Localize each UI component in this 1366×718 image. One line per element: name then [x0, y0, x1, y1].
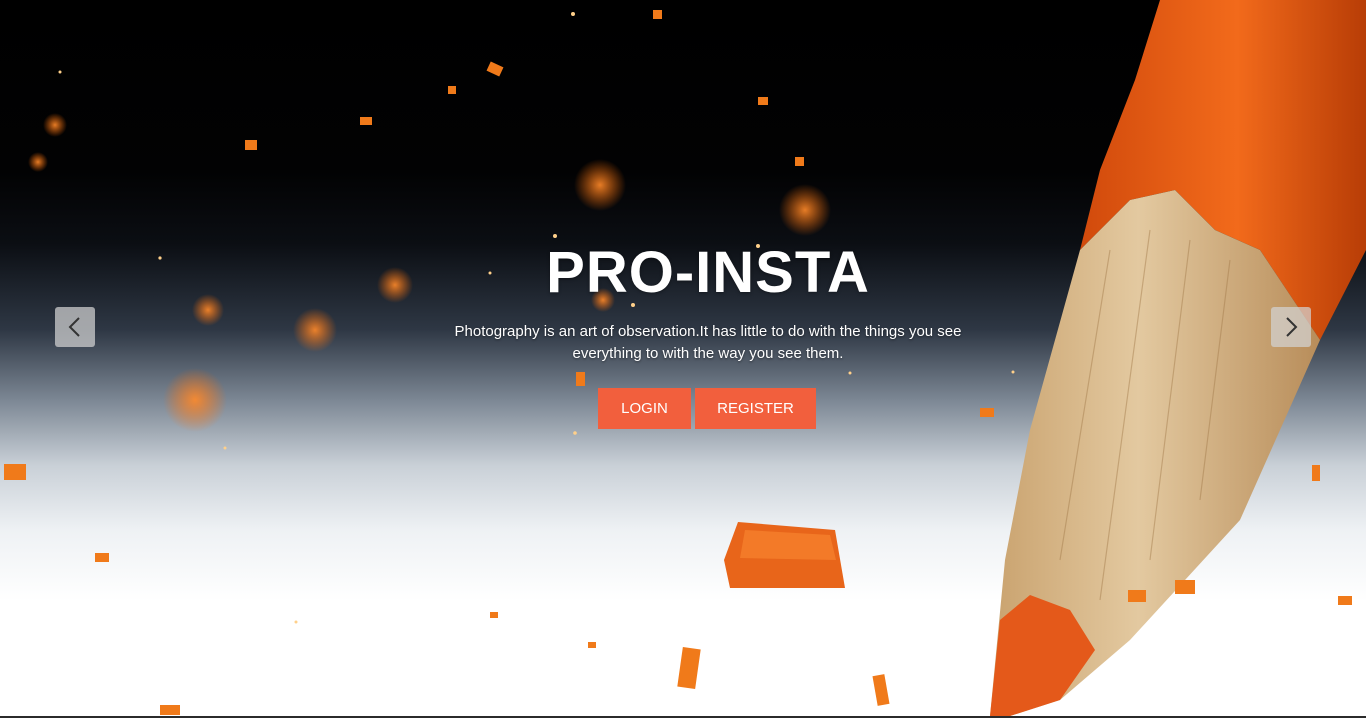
- hero-actions: LOGIN REGISTER: [598, 388, 816, 429]
- chevron-right-icon: [1286, 317, 1298, 337]
- tagline-line-2: everything to with the way you see them.: [572, 345, 844, 362]
- tagline-line-1: Photography is an art of observation.It …: [454, 323, 962, 340]
- page-title: PRO-INSTA: [546, 240, 870, 305]
- slider-next-button[interactable]: [1271, 307, 1311, 347]
- hero-content: PRO-INSTA Photography is an art of obser…: [0, 0, 1366, 716]
- register-button[interactable]: REGISTER: [695, 388, 816, 429]
- slider-prev-button[interactable]: [55, 307, 95, 347]
- hero-tagline: Photography is an art of observation.It …: [425, 321, 991, 365]
- login-button[interactable]: LOGIN: [598, 388, 691, 429]
- chevron-left-icon: [68, 317, 80, 337]
- hero-slider: PRO-INSTA Photography is an art of obser…: [0, 0, 1366, 716]
